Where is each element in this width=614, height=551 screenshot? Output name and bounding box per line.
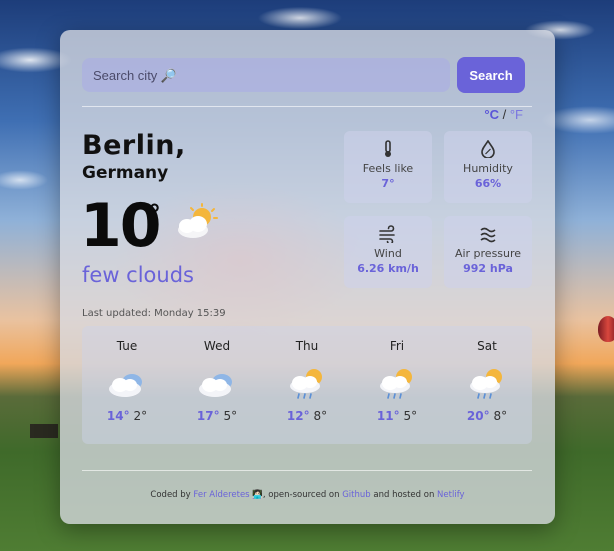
city-name: Berlin, (82, 130, 186, 161)
forecast-high: 17° (196, 409, 220, 423)
sun-rain-cloud-icon (470, 369, 502, 399)
forecast-high: 11° (376, 409, 400, 423)
forecast-day: Fri 11° 5° (352, 326, 442, 423)
forecast-low: 5° (223, 409, 238, 423)
wind-icon (379, 225, 395, 243)
sun-rain-cloud-icon (290, 369, 322, 399)
stat-label: Humidity (463, 162, 513, 175)
footer-middle: , open-sourced on (262, 490, 340, 500)
weather-description: few clouds (82, 263, 194, 287)
github-link[interactable]: Github (342, 490, 370, 500)
stat-label: Wind (374, 247, 402, 260)
unit-separator: / (502, 107, 507, 122)
search-bar: Search (82, 57, 525, 93)
forecast-low: 5° (403, 409, 418, 423)
forecast-low: 8° (493, 409, 508, 423)
stat-value: 992 hPa (463, 262, 513, 275)
stat-label: Feels like (362, 162, 414, 175)
forecast-low: 2° (133, 409, 148, 423)
sun-rain-cloud-icon (380, 369, 412, 399)
stat-humidity: Humidity 66% (444, 131, 532, 203)
stat-air-pressure: Air pressure 992 hPa (444, 216, 532, 288)
field-hut (30, 424, 58, 438)
fahrenheit-link[interactable]: °F (510, 107, 523, 122)
forecast-day-name: Wed (203, 339, 231, 353)
forecast-day-name: Thu (295, 339, 319, 353)
author-link[interactable]: Fer Alderetes (193, 490, 249, 500)
forecast-high: 14° (106, 409, 130, 423)
forecast-low: 8° (313, 409, 328, 423)
weather-card: Search °C / °F Berlin, Germany 10 ° few … (60, 30, 555, 524)
forecast-high: 12° (286, 409, 310, 423)
air-pressure-icon (480, 227, 496, 243)
forecast-day-name: Fri (389, 339, 405, 353)
cloudy-icon (109, 374, 142, 397)
forecast-panel: Tue 14° 2° Wed 17° 5° Thu 12° 8° Fri 11°… (82, 326, 532, 444)
netlify-link[interactable]: Netlify (437, 490, 465, 500)
footer-emoji: 👩🏻‍💻 (252, 490, 263, 500)
divider (82, 106, 532, 107)
stat-value: 66% (474, 177, 502, 190)
footer-hosted: and hosted on (373, 490, 435, 500)
hot-air-balloon (598, 316, 614, 342)
stat-value: 7° (381, 177, 395, 190)
search-input[interactable] (82, 58, 450, 92)
forecast-day-name: Sat (477, 339, 497, 353)
stat-label: Air pressure (454, 247, 522, 260)
degree-symbol: ° (148, 200, 161, 230)
footer: Coded by Fer Alderetes 👩🏻‍💻, open-source… (60, 490, 555, 500)
stat-wind: Wind 6.26 km/h (344, 216, 432, 288)
last-updated: Last updated: Monday 15:39 (82, 308, 226, 319)
forecast-day: Sat 20° 8° (442, 326, 532, 423)
stat-value: 6.26 km/h (357, 262, 419, 275)
cloudy-icon (199, 374, 232, 397)
humidity-drop-icon (481, 140, 495, 158)
unit-toggle: °C / °F (484, 107, 523, 122)
forecast-day-name: Tue (116, 339, 138, 353)
thermometer-icon (385, 140, 391, 157)
celsius-link[interactable]: °C (484, 107, 499, 122)
forecast-day: Tue 14° 2° (82, 326, 172, 423)
forecast-day: Thu 12° 8° (262, 326, 352, 423)
few-clouds-day-icon (178, 203, 218, 238)
forecast-high: 20° (466, 409, 490, 423)
country-name: Germany (82, 163, 169, 183)
search-button[interactable]: Search (457, 57, 525, 93)
divider (82, 470, 532, 471)
forecast-day: Wed 17° 5° (172, 326, 262, 423)
footer-prefix: Coded by (150, 490, 191, 500)
stat-feels-like: Feels like 7° (344, 131, 432, 203)
